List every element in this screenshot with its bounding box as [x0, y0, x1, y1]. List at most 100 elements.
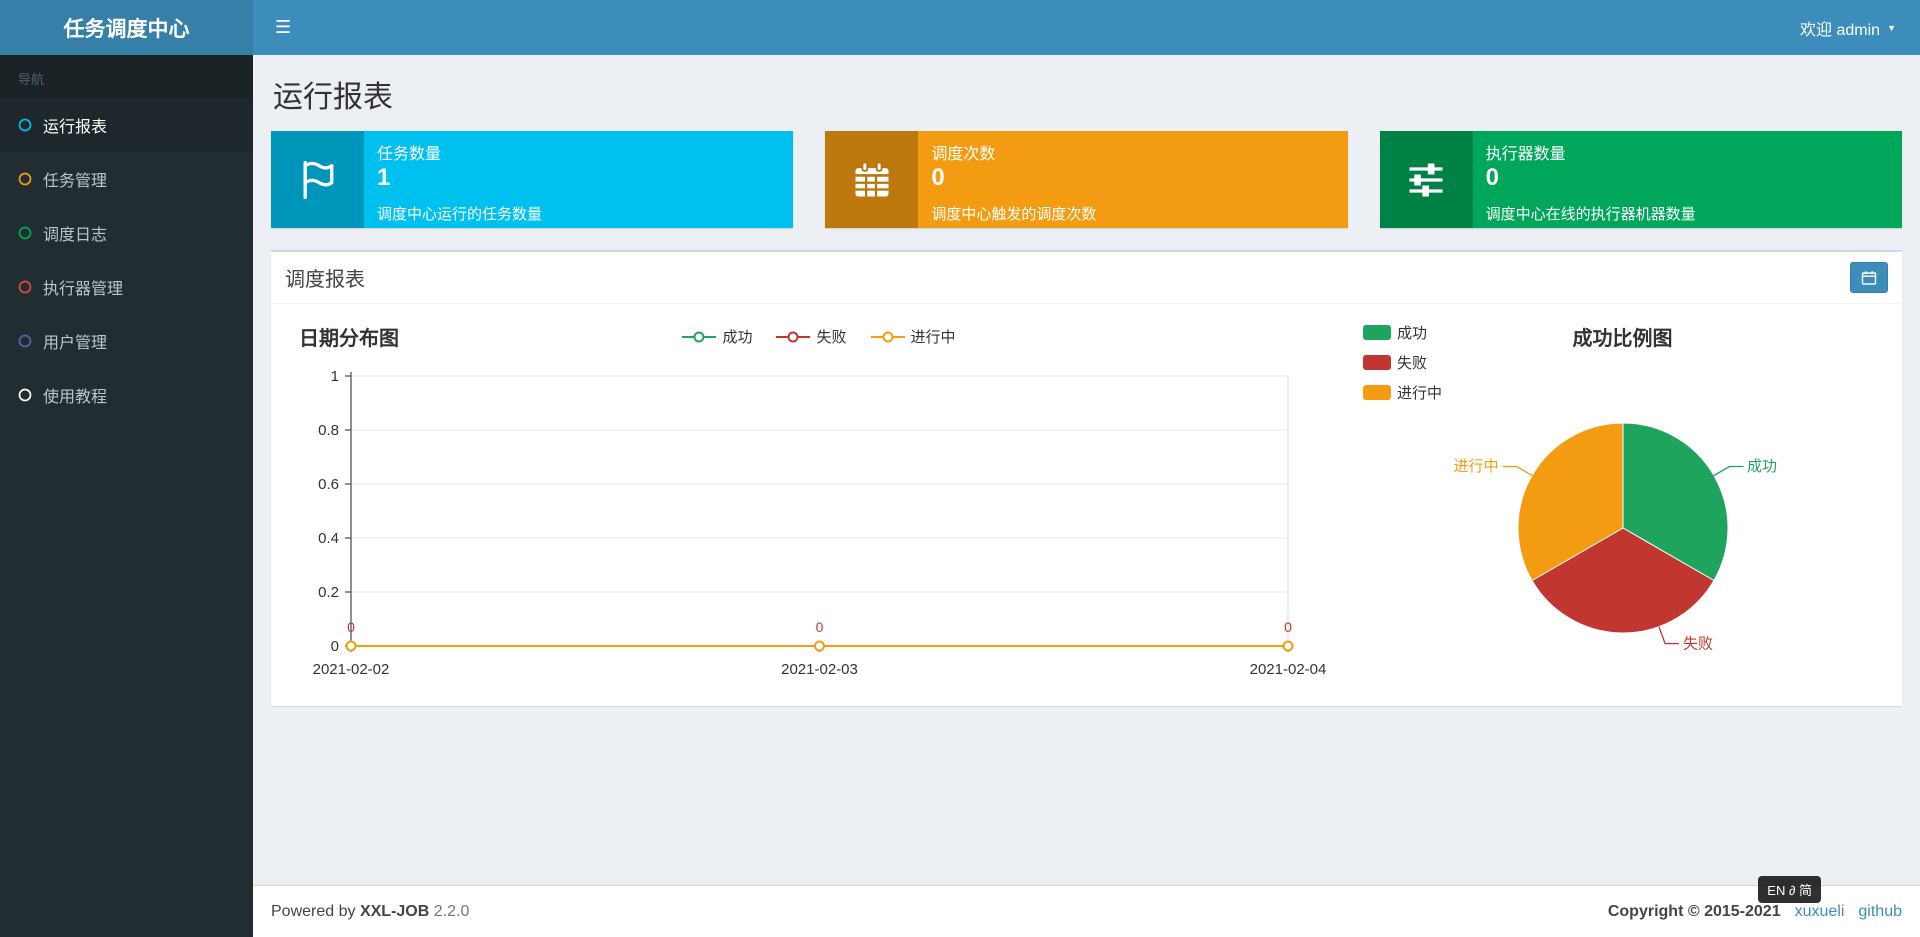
footer: Powered by XXL-JOB 2.2.0 Copyright © 201… — [253, 885, 1920, 937]
ime-language-badge[interactable]: EN ∂ 简 — [1758, 876, 1821, 903]
sidebar: 导航 运行报表 任务管理 调度日志 执行器管理 用户管理 使用教程 — [0, 55, 253, 937]
x-label: 2021-02-03 — [781, 661, 858, 678]
circle-icon — [18, 280, 32, 294]
swatch-icon — [1363, 385, 1391, 400]
circle-icon — [18, 388, 32, 402]
legend-item-fail[interactable]: 失败 — [1363, 352, 1442, 373]
panel-title: 调度报表 — [285, 269, 365, 291]
sidebar-item-executor-manage[interactable]: 执行器管理 — [0, 260, 253, 314]
point-value-label: 0 — [1284, 619, 1292, 635]
line-marker-icon — [870, 331, 905, 342]
info-box-executor-count: 执行器数量 0 调度中心在线的执行器机器数量 — [1379, 131, 1902, 228]
sidebar-item-job-manage[interactable]: 任务管理 — [0, 152, 253, 206]
caret-down-icon: ▼ — [1887, 22, 1896, 33]
info-box-description: 调度中心触发的调度次数 — [931, 205, 1097, 223]
line-marker-icon — [682, 331, 717, 342]
info-box-title: 执行器数量 — [1485, 146, 1566, 163]
panel-header: 调度报表 — [271, 252, 1902, 304]
info-box-value: 0 — [1485, 164, 1500, 191]
navbar-content: ☰ 欢迎 admin ▼ — [253, 0, 1920, 55]
sidebar-toggle-icon[interactable]: ☰ — [253, 0, 313, 55]
brand-name: XXL-JOB — [359, 902, 430, 920]
y-tick: 0 — [331, 638, 339, 655]
info-box-value: 0 — [931, 164, 945, 191]
callout-line — [1502, 465, 1532, 477]
legend-label: 失败 — [1397, 355, 1428, 372]
legend-item-success[interactable]: 成功 — [682, 326, 752, 347]
point-value-label: 0 — [816, 619, 824, 635]
circle-icon — [18, 334, 32, 348]
date-filter-button[interactable] — [1850, 262, 1888, 293]
circle-icon — [18, 226, 32, 240]
sidebar-item-job-log[interactable]: 调度日志 — [0, 206, 253, 260]
main-content: 运行报表 任务数量 1 调度中心运行的任务数量 调度次数 0 调度中心触发的调度… — [253, 55, 1920, 885]
report-panel: 调度报表 日期分布图 成功 失败 进行中 1 0.8 0.6 0.4 0.2 0… — [271, 250, 1902, 706]
legend-label: 进行中 — [910, 329, 956, 346]
legend-label: 进行中 — [1397, 385, 1443, 402]
info-box-description: 调度中心在线的执行器机器数量 — [1485, 205, 1696, 223]
info-box-trigger-count: 调度次数 0 调度中心触发的调度次数 — [825, 131, 1348, 228]
pie-chart: 成功比例图 成功 失败 进行中 成功 失败 进行中 — [1355, 318, 1890, 686]
y-tick: 1 — [331, 368, 339, 385]
sidebar-item-label: 任务管理 — [43, 173, 108, 190]
sidebar-item-run-report[interactable]: 运行报表 — [0, 98, 253, 152]
line-marker-icon — [776, 331, 811, 342]
legend-item-running[interactable]: 进行中 — [1363, 382, 1442, 403]
sidebar-item-label: 用户管理 — [43, 335, 108, 352]
point-value-label: 0 — [347, 619, 355, 635]
pie-chart-legend: 成功 失败 进行中 — [1363, 322, 1442, 403]
calendar-icon — [1861, 270, 1877, 285]
legend-item-success[interactable]: 成功 — [1363, 322, 1442, 343]
top-navbar: 任务调度中心 ☰ 欢迎 admin ▼ — [0, 0, 1920, 55]
powered-prefix: Powered by — [271, 902, 356, 920]
y-tick: 0.8 — [318, 422, 339, 439]
callout-line — [1657, 626, 1679, 645]
welcome-text: 欢迎 admin — [1800, 21, 1881, 39]
calendar-icon — [825, 131, 919, 228]
circle-icon — [18, 172, 32, 186]
footer-copyright-area: Copyright © 2015-2021 xuxueli github — [1608, 903, 1902, 921]
legend-label: 成功 — [722, 329, 753, 346]
flag-icon — [271, 131, 364, 228]
legend-item-running[interactable]: 进行中 — [870, 326, 956, 347]
line-chart-legend: 成功 失败 进行中 — [283, 326, 1355, 347]
sidebar-item-label: 执行器管理 — [43, 281, 124, 298]
legend-label: 失败 — [816, 329, 847, 346]
sidebar-item-label: 调度日志 — [43, 227, 108, 244]
data-point — [1282, 640, 1294, 652]
app-logo[interactable]: 任务调度中心 — [0, 0, 253, 55]
github-link[interactable]: github — [1858, 903, 1902, 921]
pie-chart-plot: 成功 失败 进行中 — [1453, 422, 1777, 653]
pie-label-fail: 失败 — [1683, 636, 1713, 653]
info-box-content: 执行器数量 0 调度中心在线的执行器机器数量 — [1473, 131, 1902, 228]
info-box-title: 调度次数 — [931, 146, 996, 163]
y-tick: 0.6 — [318, 476, 339, 493]
info-box-value: 1 — [377, 164, 391, 191]
data-point — [345, 640, 357, 652]
info-box-content: 任务数量 1 调度中心运行的任务数量 — [364, 131, 793, 228]
x-label: 2021-02-02 — [313, 661, 390, 678]
xuxueli-link[interactable]: xuxueli — [1795, 903, 1845, 921]
legend-item-fail[interactable]: 失败 — [776, 326, 847, 347]
info-box-content: 调度次数 0 调度中心触发的调度次数 — [918, 131, 1347, 228]
sidebar-item-tutorial[interactable]: 使用教程 — [0, 368, 253, 422]
swatch-icon — [1363, 355, 1391, 370]
info-box-row: 任务数量 1 调度中心运行的任务数量 调度次数 0 调度中心触发的调度次数 执行… — [271, 131, 1902, 228]
copyright-text: Copyright © 2015-2021 — [1607, 902, 1781, 920]
line-chart: 日期分布图 成功 失败 进行中 1 0.8 0.6 0.4 0.2 0 2021… — [283, 318, 1355, 686]
pie-label-success: 成功 — [1747, 458, 1777, 475]
callout-line — [1713, 465, 1743, 477]
data-point — [814, 640, 825, 652]
y-tick: 0.2 — [318, 584, 339, 601]
user-dropdown[interactable]: 欢迎 admin ▼ — [1776, 0, 1920, 55]
info-box-description: 调度中心运行的任务数量 — [377, 205, 543, 223]
sliders-icon — [1379, 131, 1473, 228]
y-tick: 0.4 — [318, 530, 339, 547]
line-chart-plot: 1 0.8 0.6 0.4 0.2 0 2021-02-02 2021-02-0… — [313, 368, 1327, 678]
footer-powered-by: Powered by XXL-JOB 2.2.0 — [271, 903, 469, 921]
legend-label: 成功 — [1397, 325, 1428, 342]
sidebar-item-user-manage[interactable]: 用户管理 — [0, 314, 253, 368]
circle-icon — [18, 118, 32, 132]
version-number: 2.2.0 — [433, 902, 470, 920]
x-label: 2021-02-04 — [1250, 661, 1327, 678]
